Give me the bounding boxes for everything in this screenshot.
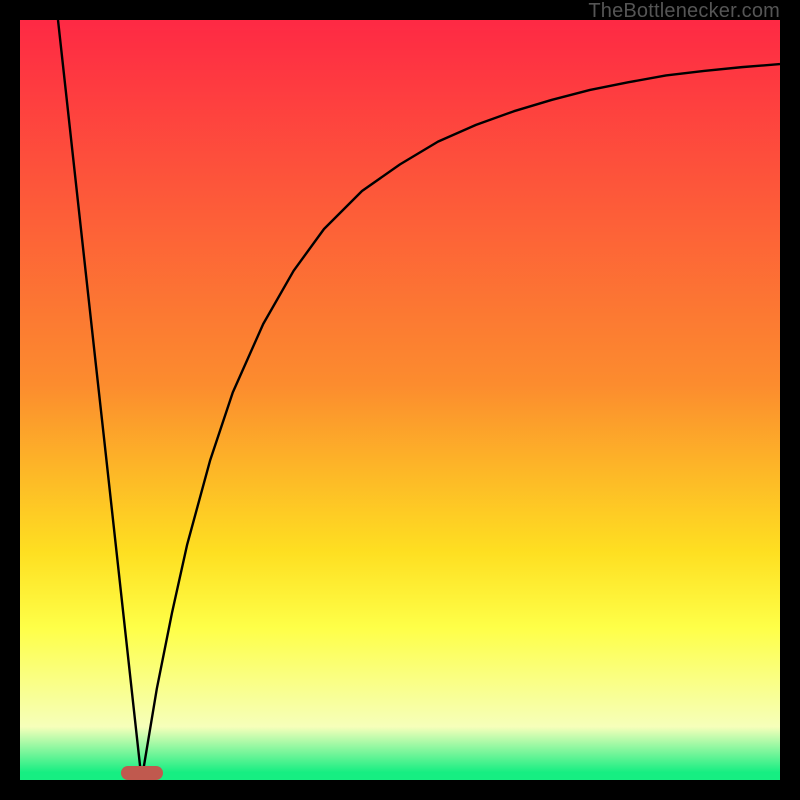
chart-frame: TheBottlenecker.com [0, 0, 800, 800]
minimum-marker [121, 766, 163, 780]
series-left-descent [58, 20, 142, 780]
plot-area [20, 20, 780, 780]
series-right-ascent [142, 64, 780, 780]
watermark-text: TheBottlenecker.com [588, 0, 780, 23]
curve-layer [20, 20, 780, 780]
